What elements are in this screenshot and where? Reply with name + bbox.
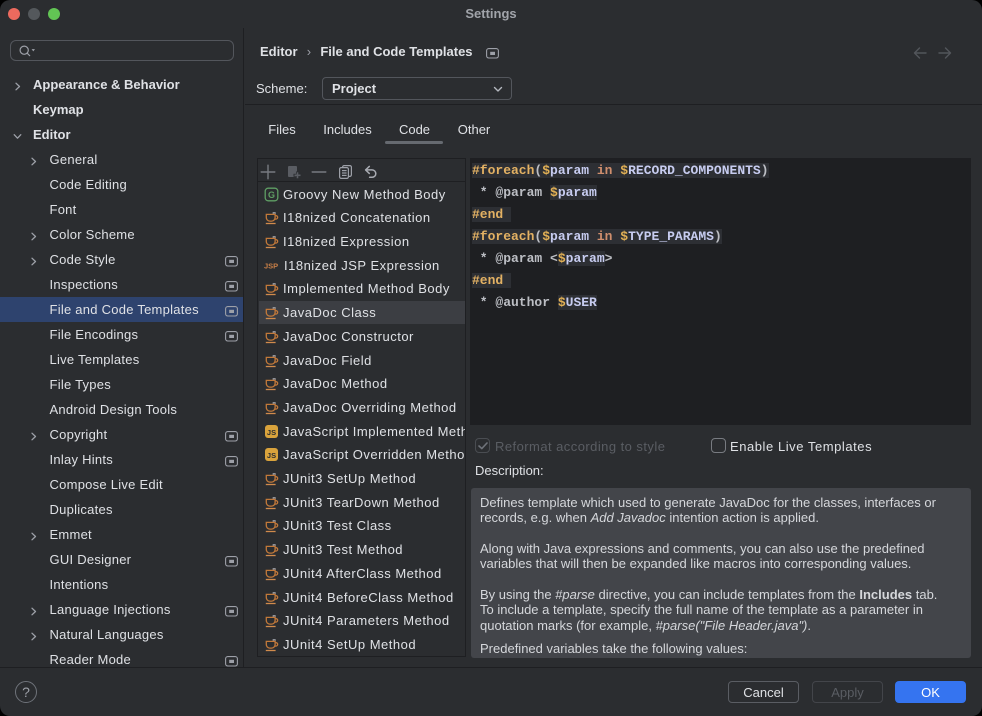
svg-text:JS: JS xyxy=(267,451,276,460)
svg-text:JS: JS xyxy=(267,428,276,437)
svg-text:G: G xyxy=(268,190,275,200)
svg-text:JSP: JSP xyxy=(264,261,278,270)
